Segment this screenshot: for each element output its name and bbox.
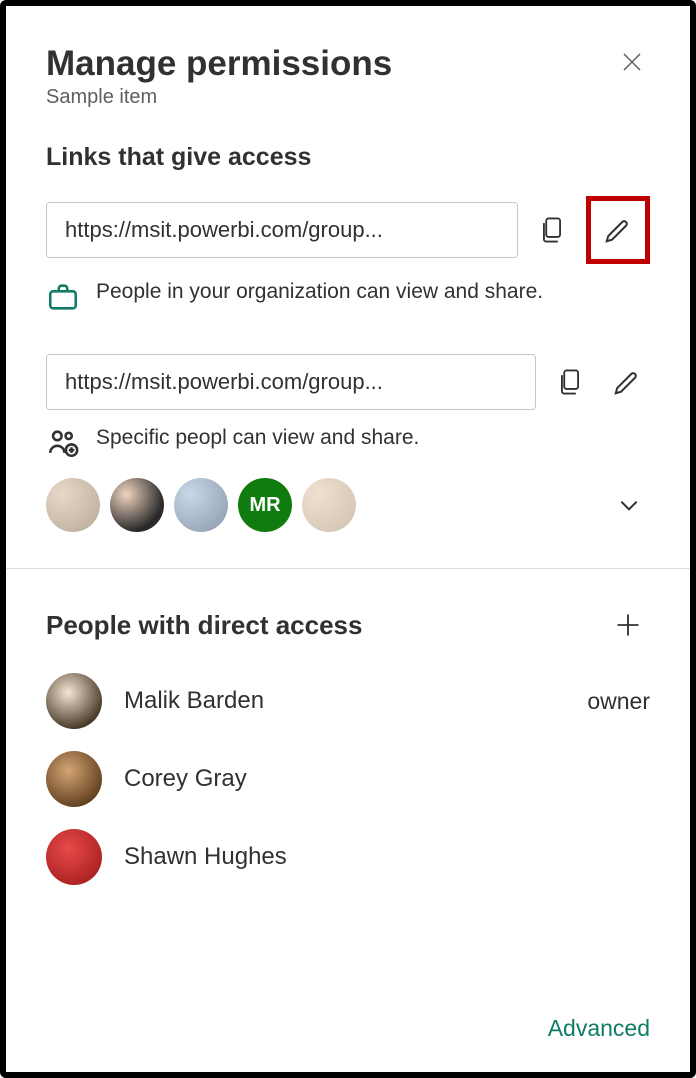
direct-access-header: People with direct access [46,607,650,643]
shared-avatar-row: MR [46,478,650,532]
link-description: People in your organization can view and… [96,278,650,306]
plus-icon [614,611,642,639]
pencil-icon [603,215,633,245]
avatar[interactable] [302,478,356,532]
people-plus-icon [46,426,80,460]
avatar-initials[interactable]: MR [238,478,292,532]
panel-subtitle: Sample item [46,86,392,109]
edit-link-highlight [586,196,650,264]
avatar[interactable] [46,478,100,532]
panel-footer: Advanced [46,1015,650,1052]
section-divider [6,568,690,569]
avatar[interactable] [174,478,228,532]
panel-title: Manage permissions [46,44,392,84]
close-button[interactable] [614,44,650,80]
advanced-link[interactable]: Advanced [548,1015,650,1042]
avatar-list: MR [46,478,596,532]
person-row[interactable]: Corey Gray [46,751,650,807]
chevron-down-icon [616,492,642,518]
copy-link-button[interactable] [550,361,590,403]
person-role: owner [587,688,650,715]
person-row[interactable]: Shawn Hughes [46,829,650,885]
close-icon [620,50,644,74]
pencil-icon [612,367,642,397]
panel-header: Manage permissions Sample item [46,44,650,109]
copy-icon [556,367,584,397]
avatar[interactable] [110,478,164,532]
expand-avatars-button[interactable] [608,484,650,526]
manage-permissions-panel: Manage permissions Sample item Links tha… [6,6,690,1072]
person-name: Shawn Hughes [124,843,628,871]
link-url-display[interactable]: https://msit.powerbi.com/group... [46,202,518,258]
person-name: Malik Barden [124,687,565,715]
link-block-org: https://msit.powerbi.com/group... People… [46,196,650,314]
copy-icon [538,215,566,245]
links-section-label: Links that give access [46,143,650,172]
edit-link-button[interactable] [597,209,639,251]
link-description: Specific peopl can view and share. [96,424,650,452]
link-block-specific: https://msit.powerbi.com/group... Specif… [46,354,650,532]
link-url-display[interactable]: https://msit.powerbi.com/group... [46,354,536,410]
person-name: Corey Gray [124,765,628,793]
direct-access-label: People with direct access [46,610,362,641]
avatar [46,829,102,885]
briefcase-icon [46,280,80,314]
add-person-button[interactable] [606,607,650,643]
direct-access-list: Malik Barden owner Corey Gray Shawn Hugh… [46,673,650,907]
person-row[interactable]: Malik Barden owner [46,673,650,729]
avatar [46,751,102,807]
copy-link-button[interactable] [532,209,572,251]
avatar [46,673,102,729]
edit-link-button[interactable] [604,357,650,407]
